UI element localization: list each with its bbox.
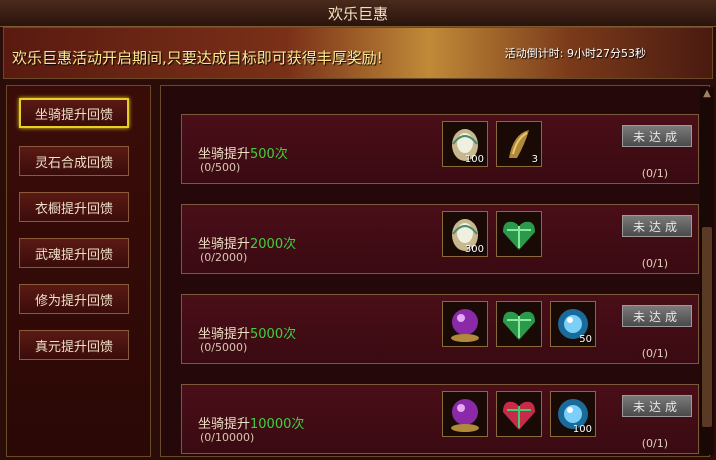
reward-list: 坐骑提升500次 (0/500) 100 3 未达成 (0/1) 坐骑提升200… [160, 85, 710, 457]
item-quantity: 100 [464, 154, 484, 165]
red-gift-icon [503, 401, 535, 430]
reward-slot[interactable]: 50 [550, 301, 596, 347]
claim-button[interactable]: 未达成 [622, 215, 692, 237]
sidebar-item-mount[interactable]: 坐骑提升回馈 [19, 98, 129, 128]
reward-slot[interactable]: 3 [496, 121, 542, 167]
sidebar-item-label: 灵石合成回馈 [34, 155, 113, 171]
reward-slot[interactable] [442, 391, 488, 437]
row-title: 坐骑提升10000次 [198, 417, 305, 432]
item-quantity: 50 [579, 334, 592, 345]
sidebar-item-label: 坐骑提升回馈 [34, 107, 113, 123]
reward-slot[interactable] [442, 301, 488, 347]
banner-message: 欢乐巨惠活动开启期间,只要达成目标即可获得丰厚奖励! [12, 49, 383, 67]
reward-slot[interactable]: 100 [550, 391, 596, 437]
green-gift-icon [503, 311, 535, 340]
row-title: 坐骑提升5000次 [198, 327, 297, 342]
sidebar-item-label: 真元提升回馈 [34, 339, 113, 355]
sidebar-item-label: 衣橱提升回馈 [34, 201, 113, 217]
sidebar-item-warsoul[interactable]: 武魂提升回馈 [19, 238, 129, 268]
row-title: 坐骑提升2000次 [198, 237, 297, 252]
green-gift-icon [503, 221, 535, 250]
reward-row: 坐骑提升10000次 (0/10000) 100 未达成 (0/1) [181, 384, 699, 454]
row-progress: (0/5000) [200, 341, 248, 354]
scrollbar[interactable]: ▲ [700, 87, 714, 455]
reward-row: 坐骑提升5000次 (0/5000) 50 未达成 (0/1) [181, 294, 699, 364]
claim-count: (0/1) [641, 437, 668, 450]
category-sidebar: 坐骑提升回馈 灵石合成回馈 衣橱提升回馈 武魂提升回馈 修为提升回馈 真元提升回… [6, 85, 151, 457]
item-quantity: 3 [531, 154, 538, 165]
item-quantity: 300 [464, 244, 484, 255]
claim-button[interactable]: 未达成 [622, 305, 692, 327]
claim-button[interactable]: 未达成 [622, 125, 692, 147]
row-progress: (0/10000) [200, 431, 255, 444]
reward-window: 欢乐巨惠 欢乐巨惠活动开启期间,只要达成目标即可获得丰厚奖励! 活动倒计时: 9… [0, 0, 716, 460]
reward-row: 坐骑提升500次 (0/500) 100 3 未达成 (0/1) [181, 114, 699, 184]
purple-orb-icon [451, 309, 479, 342]
claim-count: (0/1) [641, 257, 668, 270]
claim-button[interactable]: 未达成 [622, 395, 692, 417]
reward-slot[interactable]: 100 [442, 121, 488, 167]
row-title: 坐骑提升500次 [198, 147, 288, 162]
reward-slot[interactable] [496, 211, 542, 257]
reward-slot[interactable] [496, 301, 542, 347]
event-banner: 欢乐巨惠活动开启期间,只要达成目标即可获得丰厚奖励! 活动倒计时: 9小时27分… [3, 27, 713, 79]
claim-count: (0/1) [641, 347, 668, 360]
scroll-up-arrow-icon[interactable]: ▲ [700, 87, 714, 101]
sidebar-item-label: 武魂提升回馈 [34, 247, 113, 263]
reward-slot[interactable]: 300 [442, 211, 488, 257]
title-bar: 欢乐巨惠 [0, 0, 716, 27]
sidebar-item-wardrobe[interactable]: 衣橱提升回馈 [19, 192, 129, 222]
item-quantity: 100 [572, 424, 592, 435]
row-progress: (0/2000) [200, 251, 248, 264]
purple-orb-icon [451, 399, 479, 432]
window-title: 欢乐巨惠 [327, 4, 388, 23]
reward-row: 坐骑提升2000次 (0/2000) 300 未达成 (0/1) [181, 204, 699, 274]
sidebar-item-label: 修为提升回馈 [34, 293, 113, 309]
sidebar-item-spirit-stone[interactable]: 灵石合成回馈 [19, 146, 129, 176]
sidebar-item-true-essence[interactable]: 真元提升回馈 [19, 330, 129, 360]
reward-slot[interactable] [496, 391, 542, 437]
claim-count: (0/1) [641, 167, 668, 180]
sidebar-item-cultivation[interactable]: 修为提升回馈 [19, 284, 129, 314]
scroll-thumb[interactable] [702, 227, 712, 427]
row-progress: (0/500) [200, 161, 241, 174]
countdown-timer: 活动倒计时: 9小时27分53秒 [504, 47, 646, 60]
